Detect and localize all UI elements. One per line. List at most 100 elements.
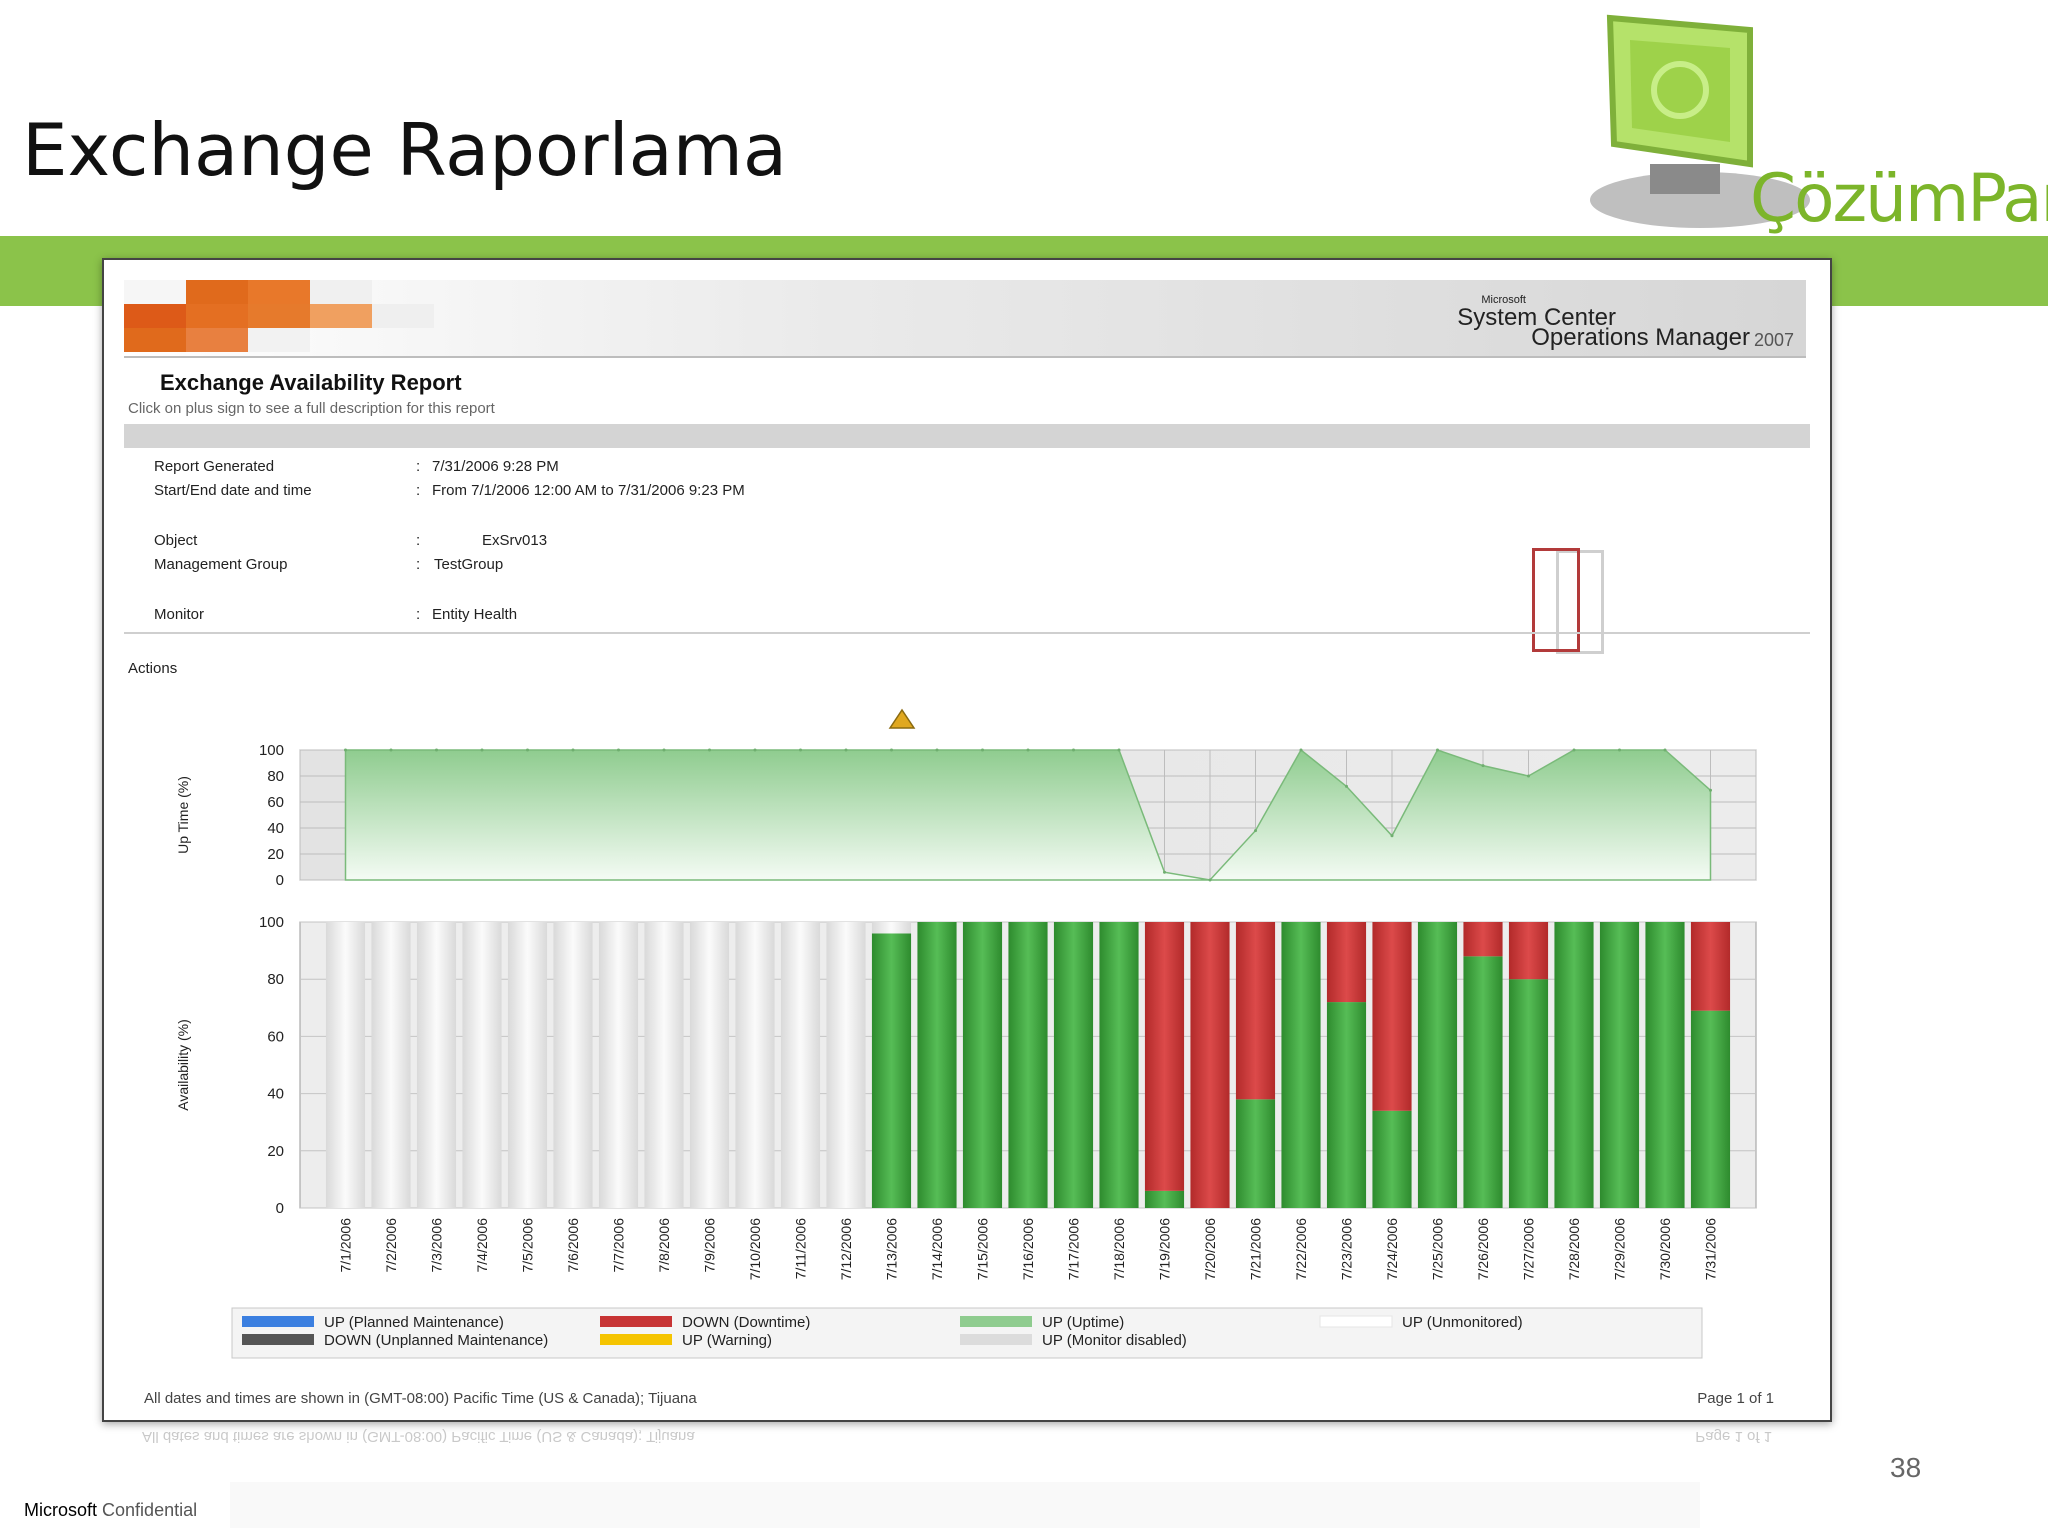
uptime-point [1436,748,1439,752]
uptime-point [1254,829,1257,833]
legend-swatch [600,1316,672,1327]
availability-bar-segment [1144,922,1185,1191]
uptime-ytick-label: 60 [267,794,284,811]
availability-ytick-label: 0 [276,1200,284,1217]
uptime-point [708,748,711,752]
uptime-ytick-label: 40 [267,820,284,837]
availability-bar-segment [1690,922,1731,1011]
availability-bar-segment [1554,922,1594,1208]
availability-xtick-label: 7/15/2006 [975,1218,991,1280]
availability-bar-segment [780,922,821,1208]
availability-bar-segment [553,922,593,1208]
reflection-page: Page 1 of 1 [1695,1428,1772,1445]
availability-bar-segment [871,933,912,1208]
availability-xtick-label: 7/2/2006 [383,1218,399,1273]
availability-xtick-label: 7/3/2006 [429,1218,445,1273]
availability-charts: 0 20 40 60 80 100 Up Time (%) 0 20 40 60 80 100 7/1/… [175,708,1757,1359]
availability-xtick-label: 7/31/2006 [1703,1218,1719,1280]
warning-icon [888,708,916,729]
availability-ytick-label: 80 [267,971,284,988]
availability-bar-segment [1508,922,1549,980]
confidential-note: Microsoft Confidential [24,1500,197,1521]
legend-label: UP (Warning) [682,1332,772,1349]
legend-label: UP (Uptime) [1042,1314,1124,1331]
availability-bar-segment [917,922,957,1208]
confidential-brand: Microsoft [24,1500,98,1520]
report-reflection: All dates and times are shown in (GMT-08… [102,1420,1828,1536]
availability-xtick-label: 7/30/2006 [1657,1218,1673,1280]
legend-label: UP (Monitor disabled) [1042,1332,1187,1349]
uptime-point [1345,784,1348,788]
slide-number: 38 [1890,1452,1922,1483]
uptime-ytick-label: 0 [276,872,284,889]
availability-xtick-label: 7/14/2006 [929,1218,945,1280]
availability-xtick-label: 7/13/2006 [884,1218,900,1280]
reflection-footnote: All dates and times are shown in (GMT-08… [142,1428,695,1445]
uptime-point [617,748,620,752]
availability-xtick-label: 7/4/2006 [474,1218,490,1273]
uptime-point [1026,748,1030,752]
availability-bar-segment [1326,1002,1367,1208]
uptime-ytick-label: 20 [267,846,284,863]
availability-y-axis-label: Availability (%) [175,1019,191,1111]
availability-xtick-label: 7/28/2006 [1566,1218,1582,1280]
availability-bar-segment [1281,922,1321,1208]
availability-bar-segment [1645,922,1685,1208]
availability-bar-segment [1690,1010,1731,1208]
uptime-point [1163,870,1166,874]
uptime-point [1072,748,1075,752]
uptime-ytick-label: 100 [259,742,284,759]
uptime-point [389,748,393,752]
availability-ytick-label: 60 [267,1028,284,1045]
availability-xtick-label: 7/12/2006 [838,1218,854,1280]
uptime-point [981,748,984,752]
availability-xtick-label: 7/18/2006 [1111,1218,1127,1280]
slide-title: Exchange Raporlama [22,108,787,192]
uptime-point [662,748,666,752]
uptime-point [1709,788,1712,792]
availability-bar-segment [871,922,912,934]
availability-ytick-label: 40 [267,1086,284,1103]
availability-bar-segment [507,922,548,1208]
availability-xtick-label: 7/11/2006 [793,1218,809,1279]
availability-bar-segment [325,922,366,1208]
uptime-point [935,748,939,752]
availability-bar-segment [1144,1190,1185,1208]
availability-bar-segment [1099,922,1139,1208]
uptime-point [844,748,848,752]
availability-xtick-label: 7/21/2006 [1248,1218,1264,1280]
availability-xtick-label: 7/25/2006 [1430,1218,1446,1280]
reflection-legend [230,1482,1700,1528]
availability-bar-segment [1053,922,1094,1208]
legend-label: DOWN (Unplanned Maintenance) [324,1332,548,1349]
legend-label: UP (Unmonitored) [1402,1314,1523,1331]
availability-xtick-label: 7/22/2006 [1293,1218,1309,1280]
availability-bar-segment [1190,922,1230,1208]
legend-swatch [960,1334,1032,1345]
availability-xtick-label: 7/6/2006 [565,1218,581,1273]
uptime-point [571,748,575,752]
availability-bar-segment [1326,922,1367,1003]
availability-xtick-label: 7/1/2006 [338,1218,354,1273]
availability-xtick-label: 7/17/2006 [1066,1218,1082,1280]
legend-swatch [960,1316,1032,1327]
uptime-point [1208,878,1212,882]
availability-xtick-label: 7/19/2006 [1157,1218,1173,1280]
availability-xtick-label: 7/20/2006 [1202,1218,1218,1280]
availability-bar-segment [735,922,775,1208]
availability-bar-segment [371,922,411,1208]
uptime-point [526,748,529,752]
uptime-point [1572,748,1576,752]
uptime-point [1481,764,1485,768]
availability-xtick-label: 7/9/2006 [702,1218,718,1273]
availability-bar-segment [1235,1099,1276,1208]
uptime-point [1527,774,1530,778]
availability-bar-segment [689,922,730,1208]
availability-bar-segment [644,922,684,1208]
uptime-point [1618,748,1621,752]
availability-bar-segment [1463,956,1503,1208]
uptime-point [1390,834,1394,838]
availability-ytick-label: 100 [259,914,284,931]
logo-text: ÇözümPark [1750,160,2048,237]
confidential-label: Confidential [102,1500,198,1520]
